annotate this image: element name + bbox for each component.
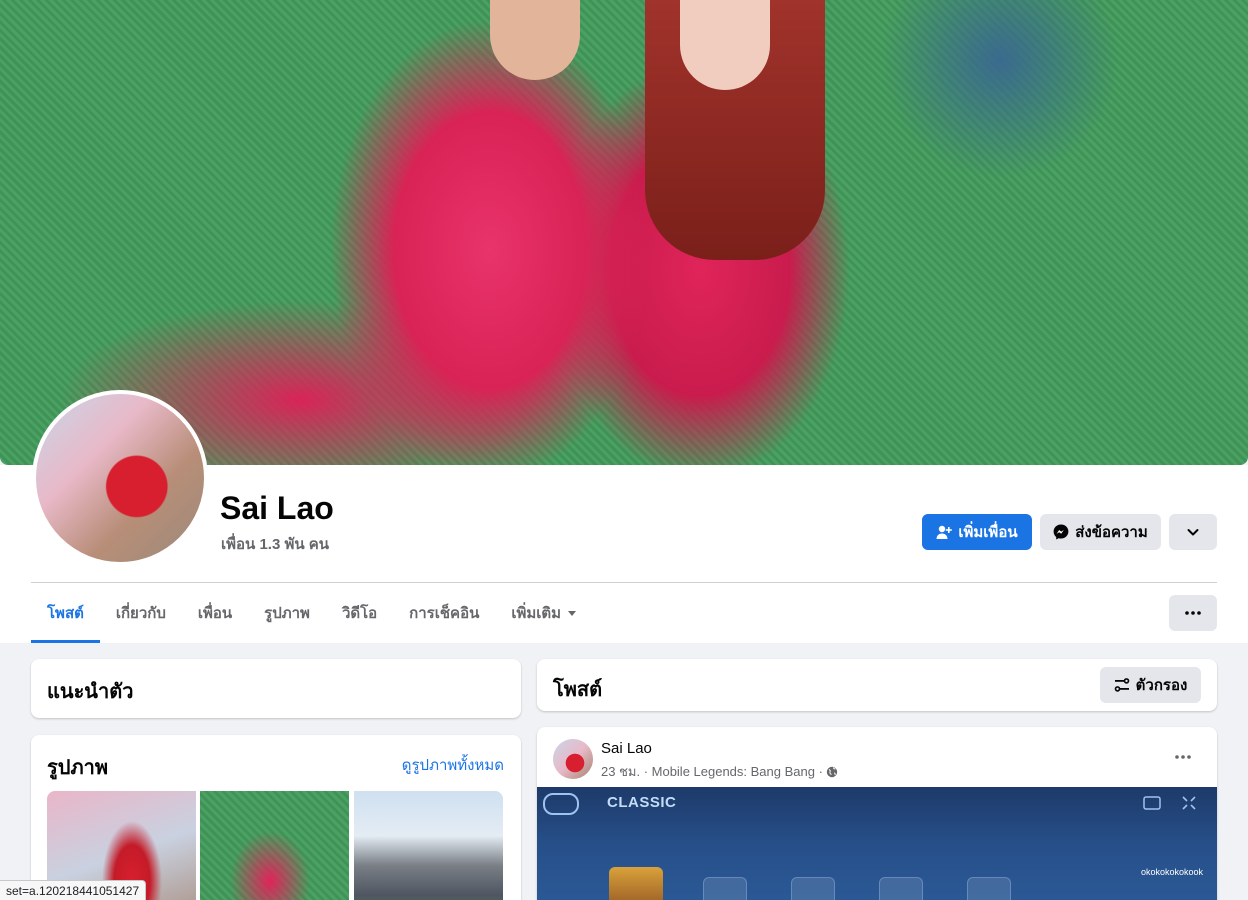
cover-figure-1 (490, 0, 580, 80)
filter-label: ตัวกรอง (1135, 677, 1188, 694)
intro-card: แนะนำตัว (31, 659, 521, 718)
tab-posts[interactable]: โพสต์ (31, 583, 100, 643)
tab-photos[interactable]: รูปภาพ (248, 583, 326, 643)
tabs-more-options-button[interactable] (1169, 595, 1217, 631)
game-empty-slot (879, 877, 923, 900)
messenger-icon (1053, 524, 1069, 540)
add-friend-icon (936, 525, 953, 539)
filter-button[interactable]: ตัวกรอง (1100, 667, 1201, 703)
post-author-avatar[interactable] (553, 739, 593, 779)
posts-header-card: โพสต์ ตัวกรอง (537, 659, 1217, 711)
photos-card: รูปภาพ ดูรูปภาพทั้งหมด (31, 735, 521, 900)
more-dots-icon (1185, 611, 1201, 615)
status-bar-url: set=a.120218441051427 (0, 880, 147, 900)
add-friend-label: เพิ่มเพื่อน (958, 524, 1018, 541)
game-toolbar (1143, 795, 1197, 811)
post-options-button[interactable] (1165, 743, 1201, 771)
game-empty-slot (791, 877, 835, 900)
game-player-name: okokokokokook (1141, 867, 1204, 877)
cover-photo[interactable] (0, 0, 1248, 465)
profile-avatar[interactable] (32, 390, 208, 566)
globe-icon (826, 766, 838, 777)
post-meta-text: 23 ชม. · Mobile Legends: Bang Bang · (601, 764, 823, 779)
edit-icon (1143, 796, 1161, 810)
profile-name: Sai Lao (220, 490, 334, 526)
expand-icon (1182, 796, 1196, 810)
photo-thumbnail[interactable] (200, 791, 349, 900)
game-back-icon (543, 793, 579, 815)
post-card: Sai Lao 23 ชม. · Mobile Legends: Bang Ba… (537, 727, 1217, 900)
tab-label: การเช็คอิน (409, 605, 480, 622)
tab-label: โพสต์ (47, 605, 84, 622)
message-button[interactable]: ส่งข้อความ (1040, 514, 1161, 550)
tab-more[interactable]: เพิ่มเติม (495, 583, 593, 643)
post-image[interactable]: CLASSIC okokokokokook (537, 787, 1217, 900)
add-friend-button[interactable]: เพิ่มเพื่อน (922, 514, 1032, 550)
post-meta: 23 ชม. · Mobile Legends: Bang Bang · (601, 761, 838, 782)
tab-checkins[interactable]: การเช็คอิน (393, 583, 495, 643)
caret-down-icon (568, 611, 577, 616)
tab-label: วิดีโอ (341, 605, 378, 622)
tab-friends[interactable]: เพื่อน (182, 583, 248, 643)
tab-videos[interactable]: วิดีโอ (326, 583, 393, 643)
game-empty-slot (703, 877, 747, 900)
posts-title: โพสต์ (553, 679, 603, 701)
game-hero-portrait (609, 867, 663, 900)
more-dots-icon (1175, 755, 1191, 759)
post-author-name[interactable]: Sai Lao (601, 740, 652, 757)
friend-count[interactable]: เพื่อน 1.3 พัน คน (221, 532, 329, 556)
photo-thumbnail[interactable] (354, 791, 503, 900)
cover-figure-2 (680, 0, 770, 90)
intro-title: แนะนำตัว (47, 681, 134, 703)
game-mode-label: CLASSIC (607, 794, 677, 811)
message-label: ส่งข้อความ (1075, 524, 1148, 541)
game-empty-slot (967, 877, 1011, 900)
tab-label: เกี่ยวกับ (115, 605, 166, 622)
tab-about[interactable]: เกี่ยวกับ (100, 583, 182, 643)
profile-more-button[interactable] (1169, 514, 1217, 550)
profile-tabs: โพสต์ เกี่ยวกับ เพื่อน รูปภาพ วิดีโอ การ… (31, 583, 593, 643)
see-all-photos-link[interactable]: ดูรูปภาพทั้งหมด (402, 753, 504, 777)
chevron-down-icon (1187, 529, 1199, 536)
tab-label: เพื่อน (197, 605, 233, 622)
photos-title: รูปภาพ (47, 757, 109, 779)
tab-label: รูปภาพ (264, 605, 310, 622)
filter-icon (1114, 678, 1129, 692)
tab-label: เพิ่มเติม (511, 605, 562, 622)
